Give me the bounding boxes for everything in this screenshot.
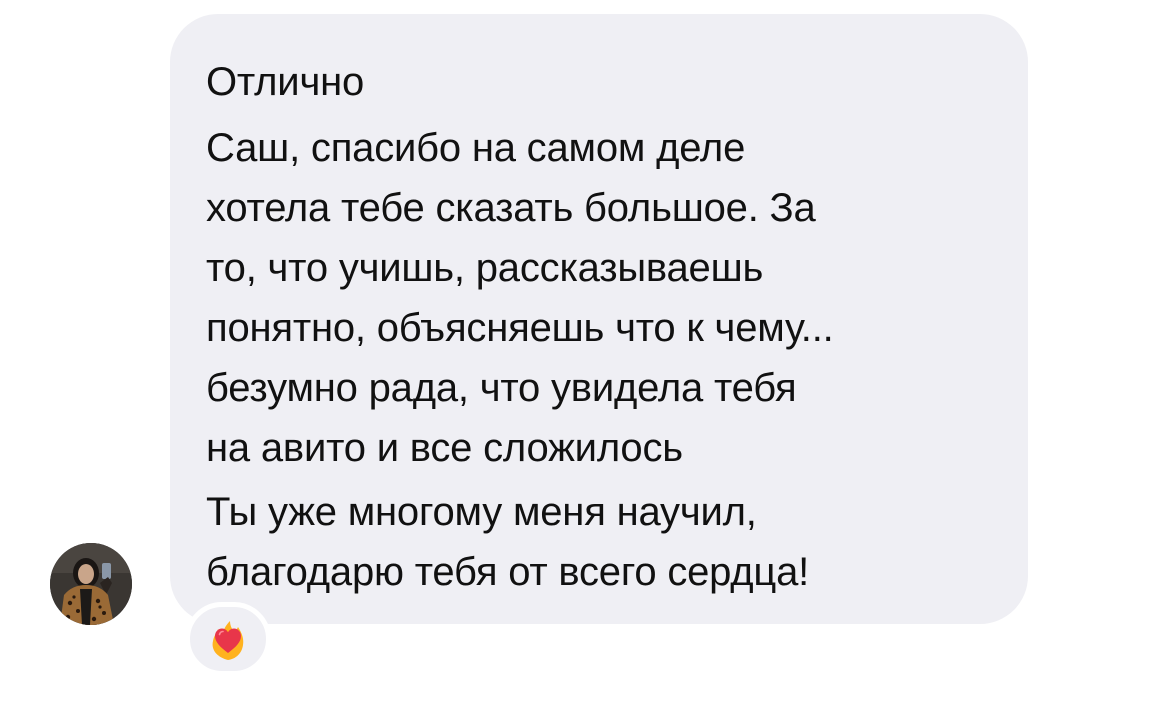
message-line: на авито и все сложилось — [206, 426, 683, 470]
user-avatar-photo — [50, 543, 132, 625]
heart-on-fire-icon — [212, 621, 244, 660]
message-line: хотела тебе сказать большое. За — [206, 186, 816, 230]
message-line: понятно, объясняешь что к чему... — [206, 306, 834, 350]
reaction-badge[interactable] — [185, 602, 271, 676]
message-line: то, что учишь, рассказываешь — [206, 246, 764, 290]
message-bubble[interactable]: Отлично Саш, спасибо на самом деле хотел… — [170, 14, 1028, 624]
sender-avatar[interactable] — [50, 543, 132, 625]
message-line: Саш, спасибо на самом деле — [206, 126, 746, 170]
message-line: благодарю тебя от всего сердца! — [206, 550, 810, 594]
message-line: безумно рада, что увидела тебя — [206, 366, 797, 410]
message-line: Ты уже многому меня научил, — [206, 490, 757, 534]
message-line: Отлично — [206, 60, 365, 104]
